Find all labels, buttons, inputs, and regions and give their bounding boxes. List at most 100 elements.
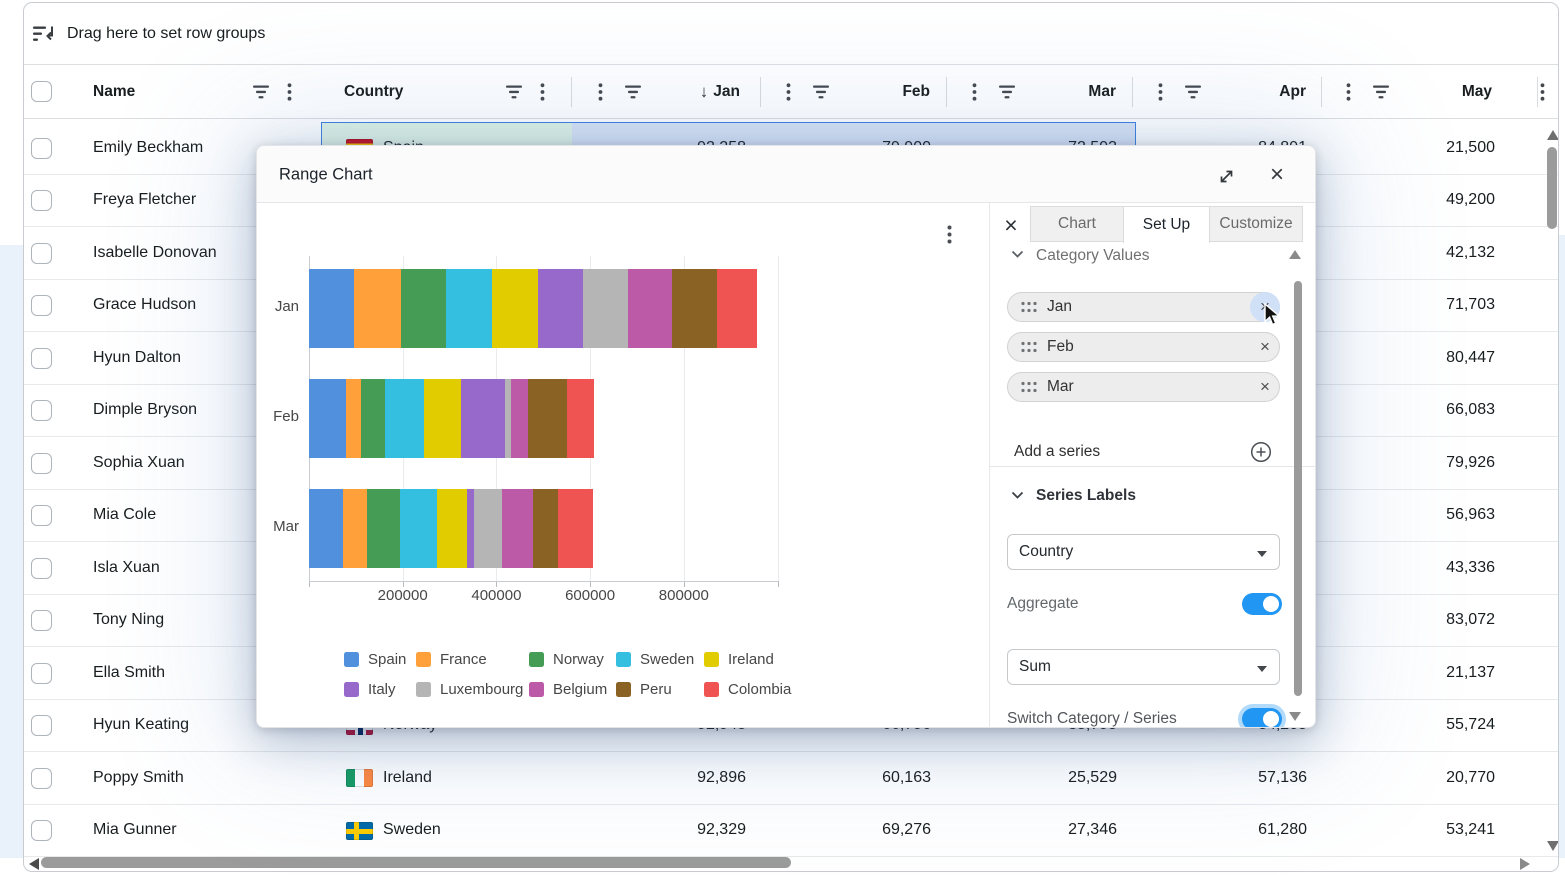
bar-segment-italy[interactable] <box>467 489 474 568</box>
legend-item-france[interactable]: France <box>416 644 529 674</box>
table-row[interactable]: Mia GunnerSweden92,32969,27627,34661,280… <box>24 805 1558 858</box>
tab-chart[interactable]: Chart <box>1031 207 1123 241</box>
row-checkbox[interactable] <box>31 820 52 841</box>
legend-item-ireland[interactable]: Ireland <box>704 644 794 674</box>
panel-scroll-up-icon[interactable] <box>1289 250 1301 259</box>
bar-segment-ireland[interactable] <box>437 489 467 568</box>
legend-item-spain[interactable]: Spain <box>344 644 416 674</box>
column-header-name[interactable]: Name <box>93 83 135 101</box>
row-checkbox[interactable] <box>31 400 52 421</box>
bar-segment-belgium[interactable] <box>511 379 528 458</box>
dialog-titlebar[interactable]: Range Chart × <box>257 146 1315 203</box>
row-checkbox[interactable] <box>31 190 52 211</box>
select-all-checkbox[interactable] <box>31 81 52 102</box>
row-checkbox[interactable] <box>31 715 52 736</box>
table-row[interactable]: Poppy SmithIreland92,89660,16325,52957,1… <box>24 752 1558 805</box>
chevron-down-icon[interactable] <box>1010 490 1024 500</box>
column-menu-kebab-icon[interactable] <box>1540 83 1545 101</box>
column-menu-kebab-icon[interactable] <box>287 83 292 101</box>
vertical-scrollbar-thumb[interactable] <box>1547 147 1557 229</box>
row-checkbox[interactable] <box>31 243 52 264</box>
drag-handle-icon[interactable] <box>1021 382 1037 393</box>
bar-segment-ireland[interactable] <box>492 269 538 348</box>
bar-segment-norway[interactable] <box>361 379 384 458</box>
row-checkbox[interactable] <box>31 768 52 789</box>
bar-segment-peru[interactable] <box>528 379 567 458</box>
filter-icon[interactable] <box>253 85 269 99</box>
horizontal-scrollbar-thumb[interactable] <box>41 857 791 868</box>
bar-segment-belgium[interactable] <box>628 269 672 348</box>
row-checkbox[interactable] <box>31 295 52 316</box>
legend-item-belgium[interactable]: Belgium <box>529 674 616 704</box>
row-group-panel[interactable]: Drag here to set row groups <box>24 3 1558 65</box>
bar-segment-luxembourg[interactable] <box>583 269 628 348</box>
bar-segment-france[interactable] <box>354 269 401 348</box>
bar-segment-norway[interactable] <box>401 269 446 348</box>
bar-segment-ireland[interactable] <box>424 379 461 458</box>
drag-handle-icon[interactable] <box>1021 302 1037 313</box>
row-checkbox[interactable] <box>31 610 52 631</box>
legend-item-peru[interactable]: Peru <box>616 674 704 704</box>
legend-item-colombia[interactable]: Colombia <box>704 674 794 704</box>
switch-category-series-toggle[interactable] <box>1242 708 1282 727</box>
tab-set-up[interactable]: Set Up <box>1123 207 1210 243</box>
category-value-pill-feb[interactable]: Feb× <box>1007 332 1280 362</box>
series-label-select[interactable]: Country <box>1007 534 1280 570</box>
row-checkbox[interactable] <box>31 558 52 579</box>
column-header-country[interactable]: Country <box>344 83 403 101</box>
bar-segment-france[interactable] <box>346 379 362 458</box>
legend-item-italy[interactable]: Italy <box>344 674 416 704</box>
legend-item-norway[interactable]: Norway <box>529 644 616 674</box>
bar-segment-sweden[interactable] <box>446 269 492 348</box>
column-menu-kebab-icon[interactable] <box>540 83 545 101</box>
pill-remove-icon[interactable]: × <box>1250 373 1280 401</box>
column-header-may[interactable]: May <box>1342 65 1492 118</box>
bar-segment-peru[interactable] <box>672 269 717 348</box>
dialog-close-icon[interactable]: × <box>1265 163 1289 187</box>
bar-segment-luxembourg[interactable] <box>474 489 502 568</box>
category-value-pill-jan[interactable]: Jan× <box>1007 292 1280 322</box>
row-checkbox[interactable] <box>31 505 52 526</box>
row-checkbox[interactable] <box>31 663 52 684</box>
column-header-mar[interactable]: Mar <box>966 65 1116 118</box>
column-header-jan[interactable]: ↓Jan <box>590 65 740 118</box>
bar-segment-norway[interactable] <box>367 489 400 568</box>
maximize-icon[interactable] <box>1215 165 1237 187</box>
bar-segment-spain[interactable] <box>309 269 354 348</box>
column-header-apr[interactable]: Apr <box>1156 65 1306 118</box>
bar-segment-sweden[interactable] <box>400 489 437 568</box>
category-value-pill-mar[interactable]: Mar× <box>1007 372 1280 402</box>
panel-scrollbar-thumb[interactable] <box>1294 281 1302 696</box>
bar-segment-colombia[interactable] <box>558 489 593 568</box>
bar-segment-spain[interactable] <box>309 489 343 568</box>
filter-icon[interactable] <box>506 85 522 99</box>
bar-segment-france[interactable] <box>343 489 367 568</box>
bar-segment-colombia[interactable] <box>567 379 594 458</box>
row-checkbox[interactable] <box>31 138 52 159</box>
row-checkbox[interactable] <box>31 348 52 369</box>
bar-segment-italy[interactable] <box>461 379 505 458</box>
aggregate-function-select[interactable]: Sum <box>1007 649 1280 685</box>
bar-segment-colombia[interactable] <box>717 269 757 348</box>
panel-close-icon[interactable]: × <box>998 212 1024 238</box>
legend-item-sweden[interactable]: Sweden <box>616 644 704 674</box>
legend-item-luxembourg[interactable]: Luxembourg <box>416 674 529 704</box>
bar-segment-belgium[interactable] <box>502 489 533 568</box>
panel-scroll-down-icon[interactable] <box>1289 712 1301 721</box>
scroll-up-icon[interactable] <box>1547 130 1559 140</box>
row-checkbox[interactable] <box>31 453 52 474</box>
scroll-down-icon[interactable] <box>1547 841 1559 851</box>
bar-segment-sweden[interactable] <box>385 379 424 458</box>
aggregate-toggle[interactable] <box>1242 593 1282 615</box>
column-header-feb[interactable]: Feb <box>780 65 930 118</box>
bar-segment-peru[interactable] <box>533 489 558 568</box>
bar-segment-spain[interactable] <box>309 379 346 458</box>
add-series-plus-icon[interactable] <box>1250 441 1272 463</box>
drag-handle-icon[interactable] <box>1021 342 1037 353</box>
scroll-right-icon[interactable] <box>1520 858 1530 870</box>
chevron-down-icon[interactable] <box>1010 249 1024 259</box>
bar-segment-italy[interactable] <box>538 269 583 348</box>
scroll-left-icon[interactable] <box>29 858 39 870</box>
pill-remove-icon[interactable]: × <box>1250 333 1280 361</box>
tab-customize[interactable]: Customize <box>1210 207 1302 241</box>
